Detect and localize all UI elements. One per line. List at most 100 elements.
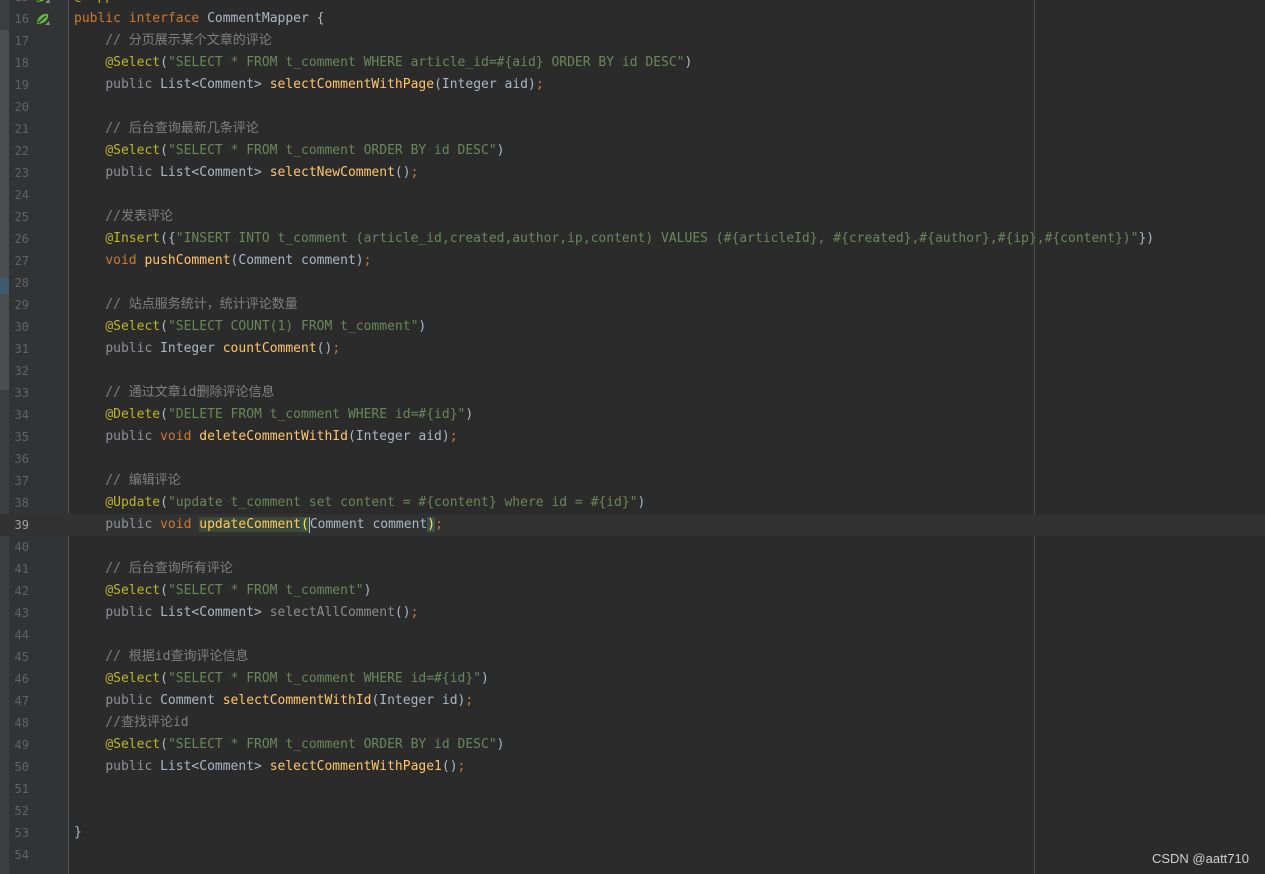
code-token: CommentMapper { [207, 11, 325, 26]
code-line[interactable]: 24 [0, 184, 1265, 206]
code-line[interactable]: 34 @Delete("DELETE FROM t_comment WHERE … [0, 404, 1265, 426]
line-number: 32 [14, 364, 29, 378]
code-line[interactable]: 29 // 站点服务统计，统计评论数量 [0, 294, 1265, 316]
code-line[interactable]: 33 // 通过文章id删除评论信息 [0, 382, 1265, 404]
code-line[interactable]: 40 [0, 536, 1265, 558]
code-text[interactable]: void pushComment(Comment comment); [74, 250, 371, 272]
code-token: @Select [105, 737, 161, 752]
line-number: 39 [14, 518, 29, 532]
line-number: 42 [14, 584, 29, 598]
code-line[interactable]: 37 // 编辑评论 [0, 470, 1265, 492]
code-token: @Mapper [74, 0, 129, 4]
code-token: "SELECT COUNT(1) FROM t_comment" [167, 319, 419, 334]
code-text[interactable]: public Comment selectCommentWithId(Integ… [74, 690, 473, 712]
code-text[interactable]: // 编辑评论 [74, 470, 181, 492]
code-text[interactable]: public Integer countComment(); [74, 338, 340, 360]
code-line[interactable]: 38 @Update("update t_comment set content… [0, 492, 1265, 514]
code-line[interactable]: 16 public interface CommentMapper { [0, 8, 1265, 30]
code-token: ( [160, 495, 168, 510]
code-line[interactable]: 45 // 根据id查询评论信息 [0, 646, 1265, 668]
code-text[interactable]: public List<Comment> selectCommentWithPa… [74, 74, 543, 96]
code-text[interactable]: public List<Comment> selectNewComment(); [74, 162, 418, 184]
line-number: 19 [14, 78, 29, 92]
code-line[interactable]: 52 [0, 800, 1265, 822]
spring-bean-icon[interactable] [35, 0, 51, 4]
code-line[interactable]: 48 //查找评论id [0, 712, 1265, 734]
code-line[interactable]: 22 @Select("SELECT * FROM t_comment ORDE… [0, 140, 1265, 162]
code-text[interactable]: // 通过文章id删除评论信息 [74, 382, 274, 404]
code-text[interactable]: public List<Comment> selectCommentWithPa… [74, 756, 465, 778]
code-line[interactable]: 54 [0, 844, 1265, 866]
code-token: ; [410, 605, 419, 620]
code-token: ; [449, 429, 458, 444]
code-token: void [160, 429, 200, 444]
code-text[interactable]: } [74, 822, 82, 844]
code-text[interactable]: // 站点服务统计，统计评论数量 [74, 294, 298, 316]
code-line[interactable]: 28 [0, 272, 1265, 294]
code-token: () [441, 759, 458, 774]
code-line[interactable]: 27 void pushComment(Comment comment); [0, 250, 1265, 272]
code-text[interactable]: @Select("SELECT * FROM t_comment ORDER B… [74, 140, 504, 162]
code-text[interactable]: // 后台查询所有评论 [74, 558, 233, 580]
code-text[interactable]: public void updateComment(Comment commen… [74, 514, 443, 536]
spring-bean-icon[interactable] [35, 12, 51, 26]
line-number: 18 [14, 56, 29, 70]
code-text[interactable]: @Select("SELECT * FROM t_comment") [74, 580, 371, 602]
code-line[interactable]: 30 @Select("SELECT COUNT(1) FROM t_comme… [0, 316, 1265, 338]
code-line[interactable]: 46 @Select("SELECT * FROM t_comment WHER… [0, 668, 1265, 690]
code-line[interactable]: 17 // 分页展示某个文章的评论 [0, 30, 1265, 52]
code-text[interactable]: @Delete("DELETE FROM t_comment WHERE id=… [74, 404, 473, 426]
code-line[interactable]: 20 [0, 96, 1265, 118]
code-text[interactable]: public interface CommentMapper { [74, 8, 324, 30]
code-text[interactable]: // 分页展示某个文章的评论 [74, 30, 272, 52]
code-text[interactable]: @Select("SELECT * FROM t_comment WHERE a… [74, 52, 692, 74]
code-line[interactable]: 36 [0, 448, 1265, 470]
code-text[interactable]: @Select("SELECT COUNT(1) FROM t_comment"… [74, 316, 426, 338]
code-text[interactable]: @Update("update t_comment set content = … [74, 492, 645, 514]
code-lines[interactable]: 15 @Mapper 16 public interface CommentMappe… [0, 0, 1265, 866]
code-editor[interactable]: 15 @Mapper 16 public interface CommentMappe… [0, 0, 1265, 874]
code-line[interactable]: 18 @Select("SELECT * FROM t_comment WHER… [0, 52, 1265, 74]
code-text[interactable]: @Mapper [74, 0, 129, 8]
code-line[interactable]: 41 // 后台查询所有评论 [0, 558, 1265, 580]
code-line[interactable]: 50 public List<Comment> selectCommentWit… [0, 756, 1265, 778]
current-code-line[interactable]: 39 public void updateComment(Comment com… [0, 514, 1265, 536]
code-line[interactable]: 42 @Select("SELECT * FROM t_comment") [0, 580, 1265, 602]
line-number: 44 [14, 628, 29, 642]
code-line[interactable]: 31 public Integer countComment(); [0, 338, 1265, 360]
code-text[interactable]: @Select("SELECT * FROM t_comment ORDER B… [74, 734, 504, 756]
code-text[interactable]: public void deleteCommentWithId(Integer … [74, 426, 458, 448]
code-token: @Select [105, 583, 161, 598]
code-line[interactable]: 47 public Comment selectCommentWithId(In… [0, 690, 1265, 712]
code-text[interactable]: // 后台查询最新几条评论 [74, 118, 259, 140]
code-line[interactable]: 43 public List<Comment> selectAllComment… [0, 602, 1265, 624]
code-token: (Comment comment) [230, 253, 364, 268]
code-text[interactable]: //查找评论id [74, 712, 188, 734]
code-line[interactable]: 51 [0, 778, 1265, 800]
code-token: (Integer id) [371, 693, 466, 708]
code-line[interactable]: 53} [0, 822, 1265, 844]
code-token: public [105, 693, 161, 708]
code-line[interactable]: 19 public List<Comment> selectCommentWit… [0, 74, 1265, 96]
code-line[interactable]: 21 // 后台查询最新几条评论 [0, 118, 1265, 140]
code-line[interactable]: 49 @Select("SELECT * FROM t_comment ORDE… [0, 734, 1265, 756]
line-number: 45 [14, 650, 29, 664]
code-token: "SELECT * FROM t_comment WHERE article_i… [167, 55, 685, 70]
code-line[interactable]: 15 @Mapper [0, 0, 1265, 8]
code-token: ( [301, 517, 309, 532]
code-line[interactable]: 23 public List<Comment> selectNewComment… [0, 162, 1265, 184]
code-token: "DELETE FROM t_comment WHERE id=#{id}" [167, 407, 466, 422]
code-line[interactable]: 26 @Insert({"INSERT INTO t_comment (arti… [0, 228, 1265, 250]
code-text[interactable]: //发表评论 [74, 206, 173, 228]
line-number: 15 [9, 0, 29, 8]
code-line[interactable]: 44 [0, 624, 1265, 646]
code-text[interactable]: // 根据id查询评论信息 [74, 646, 248, 668]
code-line[interactable]: 32 [0, 360, 1265, 382]
code-text[interactable]: public List<Comment> selectAllComment(); [74, 602, 418, 624]
code-text[interactable]: @Insert({"INSERT INTO t_comment (article… [74, 228, 1154, 250]
code-text[interactable]: @Select("SELECT * FROM t_comment WHERE i… [74, 668, 489, 690]
code-line[interactable]: 35 public void deleteCommentWithId(Integ… [0, 426, 1265, 448]
code-line[interactable]: 25 //发表评论 [0, 206, 1265, 228]
